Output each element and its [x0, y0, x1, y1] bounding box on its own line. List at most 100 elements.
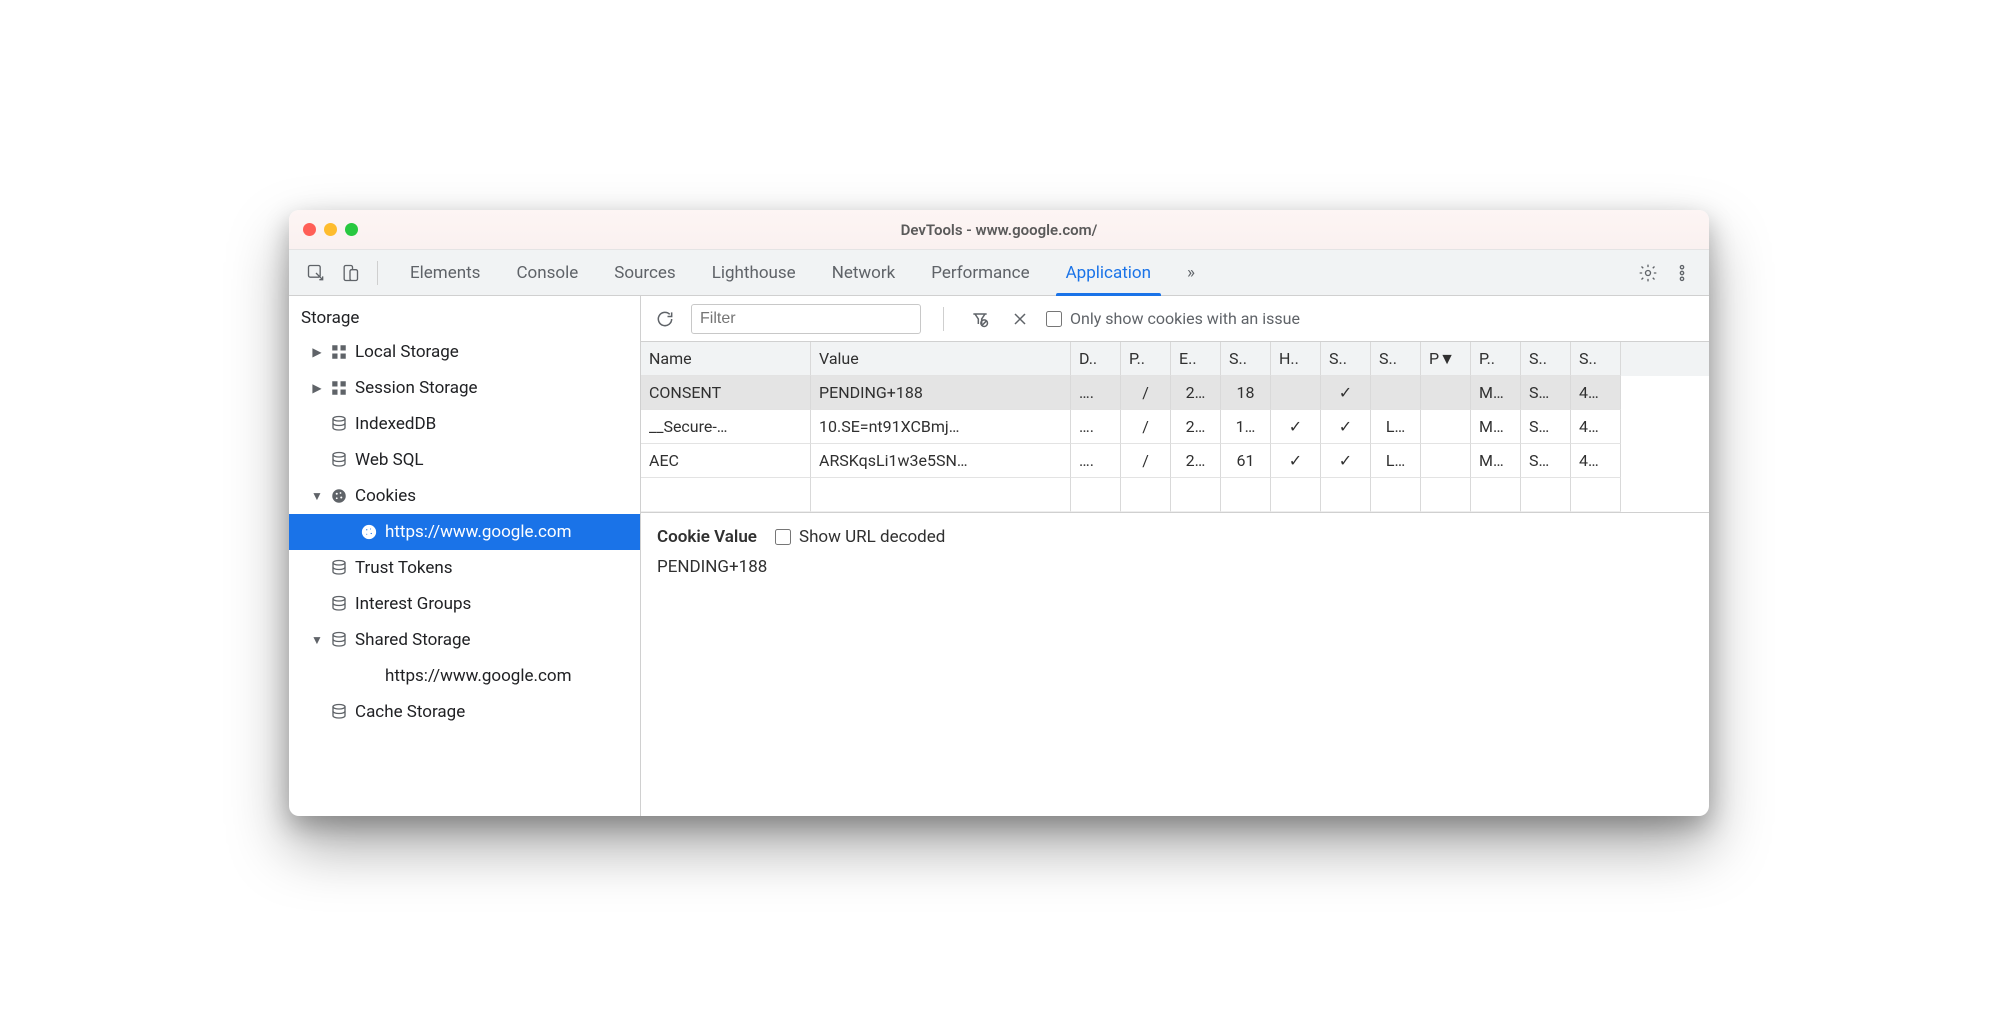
table-cell: [1571, 478, 1621, 512]
column-header[interactable]: D..: [1071, 342, 1121, 376]
table-cell: /: [1121, 444, 1171, 478]
column-header[interactable]: P▼: [1421, 342, 1471, 376]
sidebar-item[interactable]: ▶Local Storage: [289, 334, 640, 370]
tab-console[interactable]: Console: [498, 250, 596, 296]
table-cell: [1071, 478, 1121, 512]
table-row[interactable]: CONSENTPENDING+188…./2…18✓M…S…4…: [641, 376, 1709, 410]
table-cell: ✓: [1321, 444, 1371, 478]
sidebar-item[interactable]: https://www.google.com: [289, 514, 640, 550]
table-cell: L…: [1371, 444, 1421, 478]
sidebar-item[interactable]: Trust Tokens: [289, 550, 640, 586]
table-cell: ✓: [1271, 444, 1321, 478]
table-cell: 18: [1221, 376, 1271, 410]
zoom-dot[interactable]: [345, 223, 358, 236]
table-row[interactable]: __Secure-…10.SE=nt91XCBmj……./2…1…✓✓L…M…S…: [641, 410, 1709, 444]
sidebar-item-label: https://www.google.com: [385, 522, 572, 542]
column-header[interactable]: E..: [1171, 342, 1221, 376]
table-cell: M…: [1471, 376, 1521, 410]
separator: [943, 307, 944, 331]
cookies-filterbar: Only show cookies with an issue: [641, 296, 1709, 342]
column-header[interactable]: S..: [1371, 342, 1421, 376]
cookie-icon: [359, 522, 379, 542]
tab-sources[interactable]: Sources: [596, 250, 693, 296]
column-header[interactable]: P..: [1471, 342, 1521, 376]
sidebar-item-label: IndexedDB: [355, 414, 436, 434]
sidebar-item[interactable]: https://www.google.com: [289, 658, 640, 694]
table-cell: [1471, 478, 1521, 512]
settings-icon[interactable]: [1631, 256, 1665, 290]
table-cell: 4…: [1571, 444, 1621, 478]
clear-filter-icon[interactable]: [966, 305, 994, 333]
table-cell: S…: [1521, 376, 1571, 410]
table-cell: 61: [1221, 444, 1271, 478]
column-header[interactable]: S..: [1221, 342, 1271, 376]
storage-sidebar: Storage ▶Local Storage▶Session StorageIn…: [289, 296, 641, 816]
window-title: DevTools - www.google.com/: [289, 221, 1709, 239]
column-header[interactable]: S..: [1321, 342, 1371, 376]
column-header[interactable]: Name: [641, 342, 811, 376]
sidebar-item[interactable]: Web SQL: [289, 442, 640, 478]
cookie-detail: Cookie Value Show URL decoded PENDING+18…: [641, 513, 1709, 591]
inspect-icon[interactable]: [299, 256, 333, 290]
devtools-window: DevTools - www.google.com/ Elements Cons…: [289, 210, 1709, 816]
sidebar-item-label: https://www.google.com: [385, 666, 572, 686]
table-cell: ….: [1071, 444, 1121, 478]
table-cell: M…: [1471, 410, 1521, 444]
table-cell: CONSENT: [641, 376, 811, 410]
db-icon: [329, 594, 349, 614]
sidebar-item[interactable]: Interest Groups: [289, 586, 640, 622]
only-issues-checkbox[interactable]: [1046, 311, 1062, 327]
table-cell: [1421, 376, 1471, 410]
table-cell: [1171, 478, 1221, 512]
table-cell: ✓: [1321, 410, 1371, 444]
grid-icon: [329, 342, 349, 362]
table-cell: S…: [1521, 410, 1571, 444]
db-icon: [329, 630, 349, 650]
traffic-lights: [303, 223, 358, 236]
table-header: NameValueD..P..E..S..H..S..S..P▼P..S..S.…: [641, 342, 1709, 376]
db-icon: [329, 702, 349, 722]
table-cell: [1271, 376, 1321, 410]
minimize-dot[interactable]: [324, 223, 337, 236]
sidebar-item[interactable]: ▼Cookies: [289, 478, 640, 514]
url-decoded-option[interactable]: Show URL decoded: [775, 527, 945, 547]
only-issues-option[interactable]: Only show cookies with an issue: [1046, 309, 1300, 328]
tab-lighthouse[interactable]: Lighthouse: [694, 250, 814, 296]
url-decoded-label: Show URL decoded: [799, 527, 945, 547]
table-cell: [1421, 478, 1471, 512]
filter-input[interactable]: [691, 304, 921, 334]
tree-arrow-icon: ▶: [311, 381, 323, 395]
cookies-panel: Only show cookies with an issue NameValu…: [641, 296, 1709, 816]
db-icon: [329, 414, 349, 434]
column-header[interactable]: Value: [811, 342, 1071, 376]
tab-elements[interactable]: Elements: [392, 250, 498, 296]
table-cell: [1371, 478, 1421, 512]
table-cell: [1371, 376, 1421, 410]
device-toggle-icon[interactable]: [333, 256, 367, 290]
only-issues-label: Only show cookies with an issue: [1070, 309, 1300, 328]
tab-application[interactable]: Application: [1048, 250, 1169, 296]
sidebar-item[interactable]: Cache Storage: [289, 694, 640, 730]
table-cell: [1271, 478, 1321, 512]
kebab-menu-icon[interactable]: [1665, 256, 1699, 290]
tabs-overflow[interactable]: »: [1169, 250, 1213, 296]
tab-performance[interactable]: Performance: [913, 250, 1047, 296]
close-dot[interactable]: [303, 223, 316, 236]
table-cell: L…: [1371, 410, 1421, 444]
url-decoded-checkbox[interactable]: [775, 529, 791, 545]
column-header[interactable]: S..: [1521, 342, 1571, 376]
column-header[interactable]: P..: [1121, 342, 1171, 376]
clear-icon[interactable]: [1006, 305, 1034, 333]
reload-icon[interactable]: [651, 305, 679, 333]
cookies-table: NameValueD..P..E..S..H..S..S..P▼P..S..S.…: [641, 342, 1709, 513]
tab-network[interactable]: Network: [814, 250, 914, 296]
table-cell: 1…: [1221, 410, 1271, 444]
column-header[interactable]: H..: [1271, 342, 1321, 376]
table-row[interactable]: AECARSKqsLi1w3e5SN……./2…61✓✓L…M…S…4…: [641, 444, 1709, 478]
sidebar-item-label: Web SQL: [355, 450, 424, 470]
sidebar-item[interactable]: ▼Shared Storage: [289, 622, 640, 658]
sidebar-item[interactable]: ▶Session Storage: [289, 370, 640, 406]
column-header[interactable]: S..: [1571, 342, 1621, 376]
sidebar-item-label: Interest Groups: [355, 594, 471, 614]
sidebar-item[interactable]: IndexedDB: [289, 406, 640, 442]
